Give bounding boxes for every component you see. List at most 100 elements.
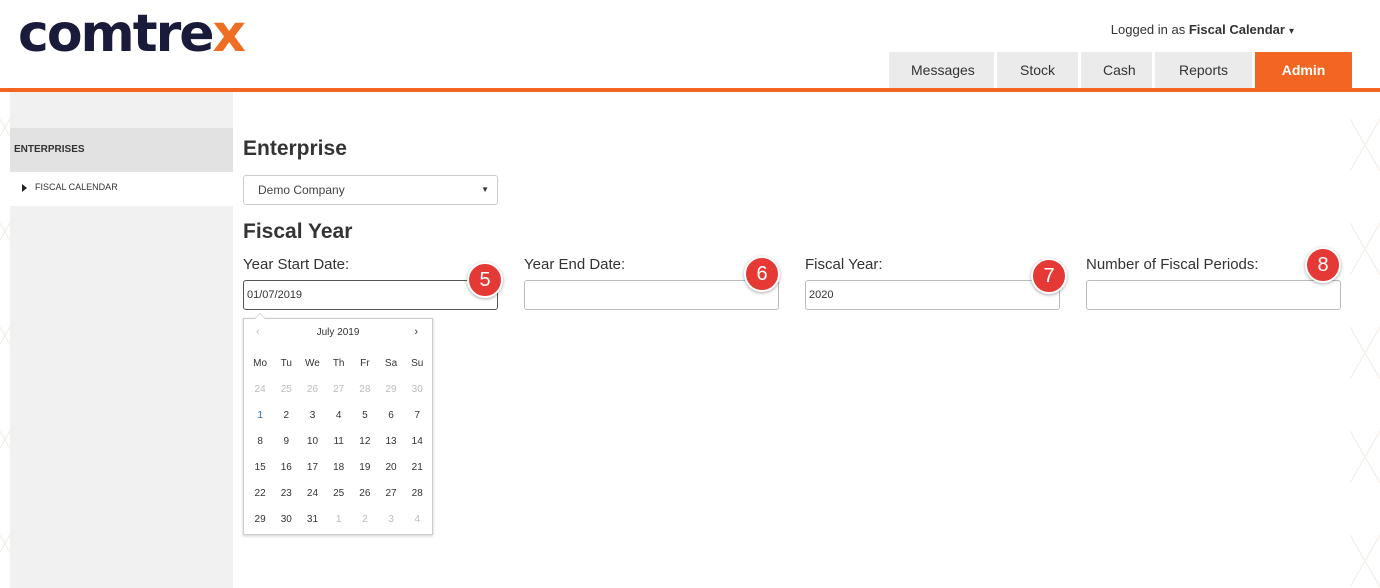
datepicker-day[interactable]: 4 (326, 403, 352, 429)
fiscal-year-heading: Fiscal Year (243, 220, 353, 243)
enterprise-select[interactable]: Demo Company ▼ (243, 175, 498, 205)
main-nav: Messages Stock Cash Reports Admin ▾ (889, 52, 1352, 114)
datepicker-day[interactable]: 1 (326, 507, 352, 533)
chevron-right-icon[interactable]: › (414, 326, 418, 338)
datepicker-day[interactable]: 16 (273, 455, 299, 481)
datepicker-day[interactable]: 1 (247, 403, 273, 429)
datepicker-week-row: 1234567 (247, 403, 431, 429)
year-start-date-input[interactable]: 01/07/2019 (243, 280, 498, 310)
fiscal-year-label: Fiscal Year: (805, 256, 883, 273)
datepicker-header: ‹ July 2019 › (244, 319, 432, 347)
dropdown-arrow-icon: ▼ (481, 185, 489, 194)
nav-tab-admin-label: Admin (1281, 62, 1326, 78)
triangle-right-icon (22, 183, 27, 192)
logged-in-label: Logged in as (1110, 22, 1186, 37)
datepicker-day[interactable]: 20 (378, 455, 404, 481)
datepicker-day[interactable]: 17 (299, 455, 325, 481)
header: comtrex Logged in as Fiscal Calendar ▾ Me… (0, 0, 1380, 114)
background-pattern-left (0, 92, 10, 588)
datepicker-week-row: 8 9 10 11 12 13 14 (247, 429, 431, 455)
datepicker-day[interactable]: 9 (273, 429, 299, 455)
datepicker-day[interactable]: 19 (352, 455, 378, 481)
datepicker-day[interactable]: 5 (352, 403, 378, 429)
datepicker-week-row: 22 23 24 25 26 27 28 (247, 481, 431, 507)
datepicker-day[interactable]: 4 (404, 507, 430, 533)
datepicker: ‹ July 2019 › Mo Tu We Th Fr Sa Su 24 25 26 27 28 29… (243, 313, 433, 535)
datepicker-day[interactable]: 30 (404, 377, 430, 403)
weekday-label: Th (332, 358, 345, 369)
number-of-fiscal-periods-input[interactable] (1086, 280, 1341, 310)
weekday-label: Fr (360, 358, 370, 369)
datepicker-day[interactable]: 28 (404, 481, 430, 507)
datepicker-day[interactable]: 13 (378, 429, 404, 455)
datepicker-day[interactable]: 24 (299, 481, 325, 507)
callout-badge-5: 5 (467, 262, 503, 298)
datepicker-day[interactable]: 29 (378, 377, 404, 403)
number-of-fiscal-periods-label: Number of Fiscal Periods: (1086, 256, 1259, 273)
datepicker-day[interactable]: 29 (247, 507, 273, 533)
datepicker-day[interactable]: 31 (299, 507, 325, 533)
weekday-label: Sa (384, 358, 398, 369)
year-end-date-label: Year End Date: (524, 256, 626, 273)
weekday-label: Su (411, 358, 424, 369)
datepicker-day[interactable]: 14 (404, 429, 430, 455)
datepicker-day[interactable]: 22 (247, 481, 273, 507)
logged-in-user: Fiscal Calendar (1188, 22, 1285, 37)
fiscal-year-input[interactable]: 2020 (805, 280, 1060, 310)
logo-text: comtre (18, 4, 215, 64)
datepicker-day[interactable]: 26 (299, 377, 325, 403)
sidebar: ENTERPRISES FISCAL CALENDAR (10, 92, 233, 588)
sidebar-item-label: FISCAL CALENDAR (35, 182, 118, 192)
background-pattern-right (1350, 92, 1380, 588)
datepicker-day[interactable]: 23 (273, 481, 299, 507)
year-start-date-label: Year Start Date: (243, 256, 350, 273)
datepicker-day[interactable]: 10 (299, 429, 325, 455)
logo[interactable]: comtrex (18, 8, 246, 60)
datepicker-day[interactable]: 15 (247, 455, 273, 481)
datepicker-day[interactable]: 2 (352, 507, 378, 533)
weekday-label: We (305, 358, 320, 369)
datepicker-day[interactable]: 21 (404, 455, 430, 481)
enterprise-heading: Enterprise (243, 137, 347, 160)
nav-tab-cash[interactable]: Cash (1081, 52, 1152, 88)
datepicker-grid: Mo Tu We Th Fr Sa Su 24 25 26 27 28 29 30 1 2 3 4 5 6 7 8 9 10 1… (247, 351, 431, 533)
nav-tab-stock[interactable]: Stock (997, 52, 1078, 88)
datepicker-day[interactable]: 12 (352, 429, 378, 455)
logo-accent: x (212, 4, 247, 64)
weekday-label: Tu (280, 358, 292, 369)
datepicker-day[interactable]: 30 (273, 507, 299, 533)
datepicker-day[interactable]: 28 (352, 377, 378, 403)
datepicker-month-title[interactable]: July 2019 (244, 327, 432, 338)
nav-tab-admin[interactable]: Admin ▾ (1255, 52, 1352, 114)
enterprise-select-value: Demo Company (258, 183, 345, 197)
nav-tab-reports[interactable]: Reports (1155, 52, 1252, 88)
datepicker-day[interactable]: 11 (326, 429, 352, 455)
datepicker-day[interactable]: 6 (378, 403, 404, 429)
datepicker-day[interactable]: 18 (326, 455, 352, 481)
sidebar-heading-enterprises[interactable]: ENTERPRISES (10, 128, 233, 172)
datepicker-day[interactable]: 3 (299, 403, 325, 429)
datepicker-day[interactable]: 7 (404, 403, 430, 429)
nav-tab-messages[interactable]: Messages (889, 52, 994, 88)
datepicker-week-row: 15 16 17 18 19 20 21 (247, 455, 431, 481)
datepicker-day[interactable]: 24 (247, 377, 273, 403)
datepicker-day[interactable]: 27 (326, 377, 352, 403)
datepicker-week-row: 24 25 26 27 28 29 30 (247, 377, 431, 403)
datepicker-day[interactable]: 8 (247, 429, 273, 455)
caret-down-icon: ▾ (1302, 103, 1309, 114)
datepicker-day[interactable]: 25 (273, 377, 299, 403)
caret-down-icon: ▾ (1288, 26, 1294, 37)
datepicker-day[interactable]: 26 (352, 481, 378, 507)
callout-badge-8: 8 (1305, 247, 1341, 283)
sidebar-item-fiscal-calendar[interactable]: FISCAL CALENDAR (10, 172, 233, 206)
callout-badge-7: 7 (1031, 258, 1067, 294)
weekday-label: Mo (253, 358, 268, 369)
datepicker-day[interactable]: 3 (378, 507, 404, 533)
datepicker-week-row: 29 30 31 1 2 3 4 (247, 507, 431, 533)
datepicker-day[interactable]: 27 (378, 481, 404, 507)
datepicker-day[interactable]: 25 (326, 481, 352, 507)
year-end-date-input[interactable] (524, 280, 779, 310)
datepicker-day[interactable]: 2 (273, 403, 299, 429)
callout-badge-6: 6 (744, 256, 780, 292)
user-menu[interactable]: Logged in as Fiscal Calendar ▾ (1111, 22, 1294, 37)
